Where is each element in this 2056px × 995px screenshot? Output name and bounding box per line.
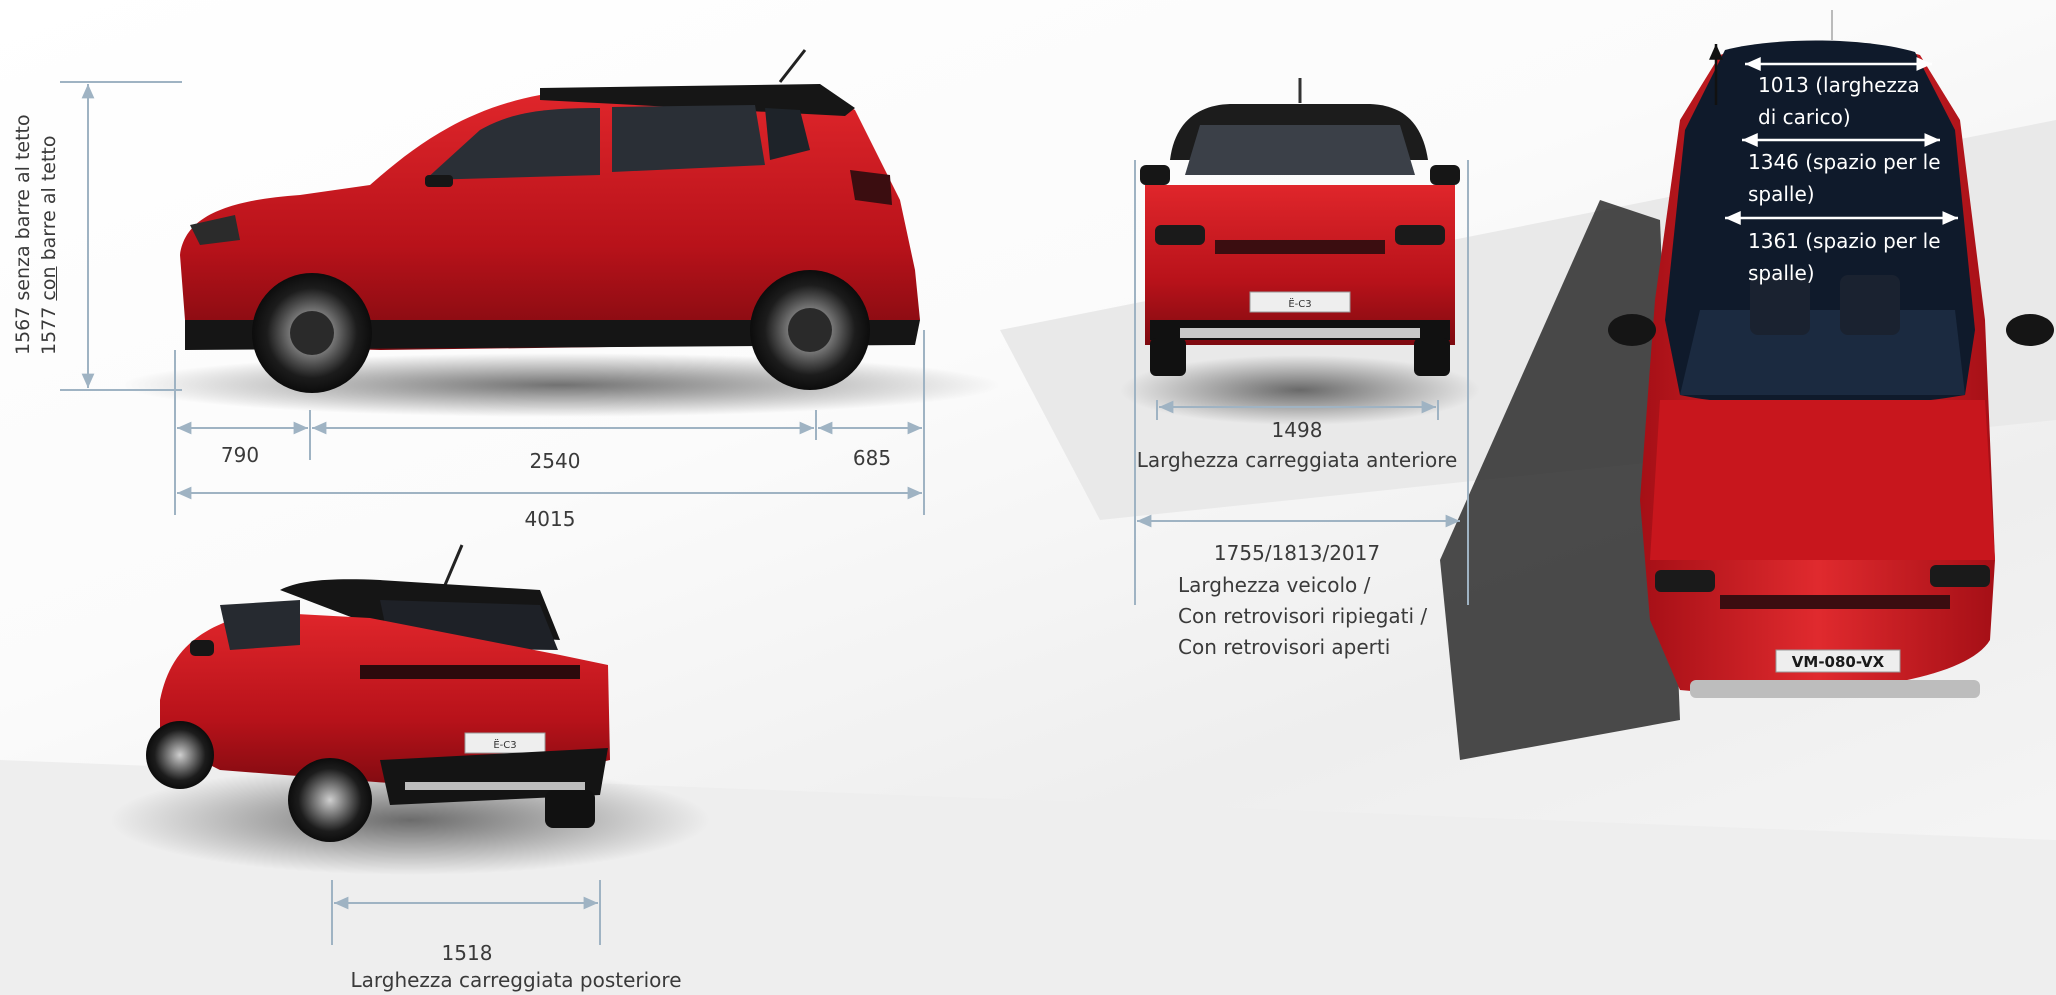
shoulder-width-2-label-2: spalle) bbox=[1748, 261, 1815, 285]
dimensions-diagram: Ë-C3 Ë-C3 VM-080-VX 1567 senza barre al … bbox=[0, 0, 2056, 995]
shoulder-width-1-label-1: 1346 (spazio per le bbox=[1748, 150, 1941, 174]
length-value: 4015 bbox=[524, 507, 576, 531]
height-no-bars-text: 1567 senza barre al tetto bbox=[12, 114, 34, 355]
wheelbase-value: 2540 bbox=[529, 449, 581, 473]
vehicle-width-label-1: Larghezza veicolo / bbox=[1178, 573, 1371, 597]
height-with-bars-text: 1577 con barre al tetto bbox=[38, 135, 60, 356]
vehicle-width-label-2: Con retrovisori ripiegati / bbox=[1178, 604, 1428, 628]
vehicle-width-values: 1755/1813/2017 bbox=[1213, 541, 1381, 565]
rear-track-value: 1518 bbox=[441, 941, 493, 965]
front-track-value: 1498 bbox=[1271, 418, 1323, 442]
vehicle-width-label-3: Con retrovisori aperti bbox=[1178, 635, 1391, 659]
front-overhang-value: 790 bbox=[220, 443, 260, 467]
rear-track-label: Larghezza carreggiata posteriore bbox=[350, 968, 682, 992]
load-width-label-2: di carico) bbox=[1758, 105, 1851, 129]
rear-overhang-value: 685 bbox=[852, 446, 892, 470]
shoulder-width-2-label-1: 1361 (spazio per le bbox=[1748, 229, 1941, 253]
height-label: 1567 senza barre al tetto 1577 con barre… bbox=[10, 114, 62, 355]
load-width-label-1: 1013 (larghezza bbox=[1758, 73, 1920, 97]
shoulder-width-1-label-2: spalle) bbox=[1748, 182, 1815, 206]
front-track-label: Larghezza carreggiata anteriore bbox=[1136, 448, 1458, 472]
